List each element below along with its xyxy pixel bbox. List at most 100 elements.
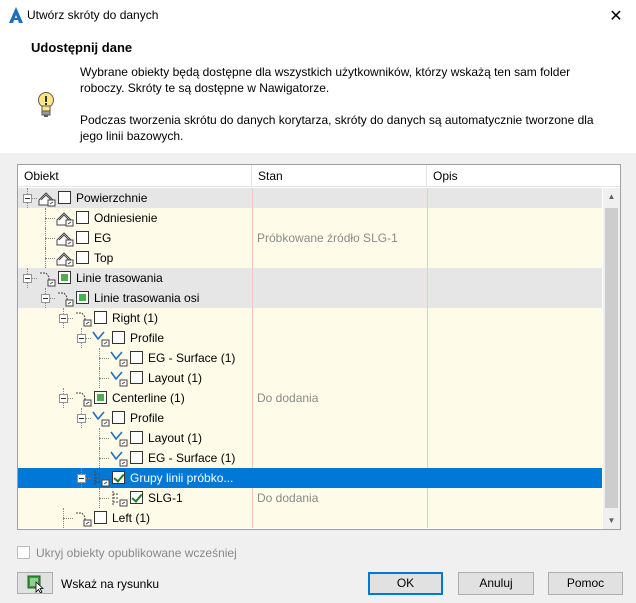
info-text-2: Podczas tworzenia skrótu do danych koryt… — [80, 113, 594, 143]
collapse-toggle-icon[interactable] — [23, 274, 32, 283]
tree-row-checkbox[interactable] — [76, 231, 89, 244]
tree-row[interactable]: Odniesienie — [18, 208, 602, 228]
tree-cell-state — [252, 348, 427, 368]
tree-row-checkbox[interactable] — [94, 511, 107, 524]
tree-row[interactable]: EG - Surface (1) — [18, 348, 602, 368]
tree-cell-description[interactable] — [427, 368, 602, 388]
tree-row[interactable]: Left (1) — [18, 508, 602, 528]
tree-row-checkbox[interactable] — [94, 391, 107, 404]
tree-row-checkbox[interactable] — [130, 431, 143, 444]
tree-row[interactable]: Profile — [18, 408, 602, 428]
tree-row[interactable]: Linie trasowania — [18, 268, 602, 288]
tree-cell-description[interactable] — [427, 428, 602, 448]
tree-row-checkbox[interactable] — [130, 451, 143, 464]
tree-cell-description[interactable] — [427, 488, 602, 508]
tree-row-label: Linie trasowania — [76, 271, 163, 285]
tree-view[interactable]: Obiekt Stan Opis Powierzchnie Odniesienie… — [17, 164, 621, 530]
tree-cell-description[interactable] — [427, 208, 602, 228]
tree-row[interactable]: Centerline (1) Do dodania — [18, 388, 602, 408]
tree-row[interactable]: Powierzchnie — [18, 188, 602, 208]
tree-row-label: Layout (1) — [148, 371, 203, 385]
tree-cell-description[interactable] — [427, 188, 602, 208]
tree-cell-object: Powierzchnie — [18, 188, 252, 208]
collapse-toggle-icon[interactable] — [77, 334, 86, 343]
tree-cell-description[interactable] — [427, 328, 602, 348]
collapse-toggle-icon[interactable] — [59, 314, 68, 323]
tree-row[interactable]: Grupy linii próbko... — [18, 468, 602, 488]
tree-row-checkbox[interactable] — [58, 271, 71, 284]
tree-row[interactable]: EG Próbkowane źródło SLG-1 — [18, 228, 602, 248]
help-button[interactable]: Pomoc — [548, 572, 623, 595]
tree-row[interactable]: Profile — [18, 328, 602, 348]
tree-row-checkbox[interactable] — [94, 311, 107, 324]
hide-published-checkbox[interactable] — [17, 546, 30, 559]
tree-row-checkbox[interactable] — [58, 191, 71, 204]
tree-row-checkbox[interactable] — [130, 371, 143, 384]
tree-cell-description[interactable] — [427, 408, 602, 428]
tree-cell-object: EG - Surface (1) — [18, 348, 252, 368]
vertical-scrollbar[interactable]: ▲ ▼ — [603, 188, 620, 529]
column-header-state[interactable]: Stan — [252, 165, 427, 187]
page-title: Udostępnij dane — [31, 40, 133, 55]
tree-cell-state — [252, 468, 427, 488]
close-button[interactable]: ✕ — [596, 0, 636, 31]
tree-cell-state: Do dodania — [252, 388, 427, 408]
tree-row[interactable]: Linie trasowania osi — [18, 288, 602, 308]
sample-line-group-icon — [110, 489, 128, 507]
tree-row-checkbox[interactable] — [76, 251, 89, 264]
column-header-object[interactable]: Obiekt — [18, 165, 252, 187]
tree-row-checkbox[interactable] — [130, 351, 143, 364]
tree-cell-description[interactable] — [427, 448, 602, 468]
tree-row-label: Profile — [130, 331, 165, 345]
tree-cell-description[interactable] — [427, 268, 602, 288]
collapse-toggle-icon[interactable] — [59, 394, 68, 403]
tree-row[interactable]: EG - Surface (1) — [18, 448, 602, 468]
tree-row-checkbox[interactable] — [112, 471, 125, 484]
tree-row-checkbox[interactable] — [112, 411, 125, 424]
hide-published-label: Ukryj obiekty opublikowane wcześniej — [36, 546, 237, 560]
tree-cell-description[interactable] — [427, 508, 602, 528]
alignment-icon — [74, 309, 92, 327]
tree-cell-description[interactable] — [427, 308, 602, 328]
tree-cell-object: Profile — [18, 408, 252, 428]
info-text-1: Wybrane obiekty będą dostępne dla wszyst… — [80, 65, 571, 95]
tree-row-checkbox[interactable] — [112, 331, 125, 344]
tree-row[interactable]: Layout (1) — [18, 368, 602, 388]
collapse-toggle-icon[interactable] — [23, 194, 32, 203]
alignment-icon — [56, 289, 74, 307]
scrollbar-thumb[interactable] — [605, 208, 618, 508]
tree-cell-object: Right (1) — [18, 308, 252, 328]
tree-cell-state — [252, 508, 427, 528]
tree-row-checkbox[interactable] — [130, 491, 143, 504]
tree-row-label: Left (1) — [112, 511, 151, 525]
tree-cell-description[interactable] — [427, 468, 602, 488]
tree-row-label: Top — [94, 251, 114, 265]
collapse-toggle-icon[interactable] — [77, 414, 86, 423]
collapse-toggle-icon[interactable] — [77, 474, 86, 483]
scroll-down-arrow-icon[interactable]: ▼ — [603, 512, 620, 529]
profile-icon — [110, 449, 128, 467]
collapse-toggle-icon[interactable] — [41, 294, 50, 303]
column-header-description[interactable]: Opis — [427, 165, 620, 187]
tree-cell-description[interactable] — [427, 288, 602, 308]
window-title: Utwórz skróty do danych — [27, 8, 159, 22]
tree-row[interactable]: Layout (1) — [18, 428, 602, 448]
scroll-up-arrow-icon[interactable]: ▲ — [603, 188, 620, 205]
surface-icon — [38, 189, 56, 207]
tree-row-checkbox[interactable] — [76, 211, 89, 224]
tree-cell-state: Do dodania — [252, 488, 427, 508]
cancel-button[interactable]: Anuluj — [458, 572, 534, 595]
tree-cell-description[interactable] — [427, 248, 602, 268]
profile-icon — [92, 329, 110, 347]
tree-row-checkbox[interactable] — [76, 291, 89, 304]
pick-in-drawing-button[interactable] — [17, 572, 53, 594]
tree-cell-description[interactable] — [427, 348, 602, 368]
tree-cell-object: Linie trasowania — [18, 268, 252, 288]
tree-cell-description[interactable] — [427, 388, 602, 408]
tree-row[interactable]: Right (1) — [18, 308, 602, 328]
tree-cell-description[interactable] — [427, 228, 602, 248]
ok-button[interactable]: OK — [368, 572, 443, 595]
tree-row[interactable]: Top — [18, 248, 602, 268]
header-panel: Udostępnij dane Wybrane obiekty będą dos… — [0, 31, 636, 153]
tree-row[interactable]: SLG-1 Do dodania — [18, 488, 602, 508]
